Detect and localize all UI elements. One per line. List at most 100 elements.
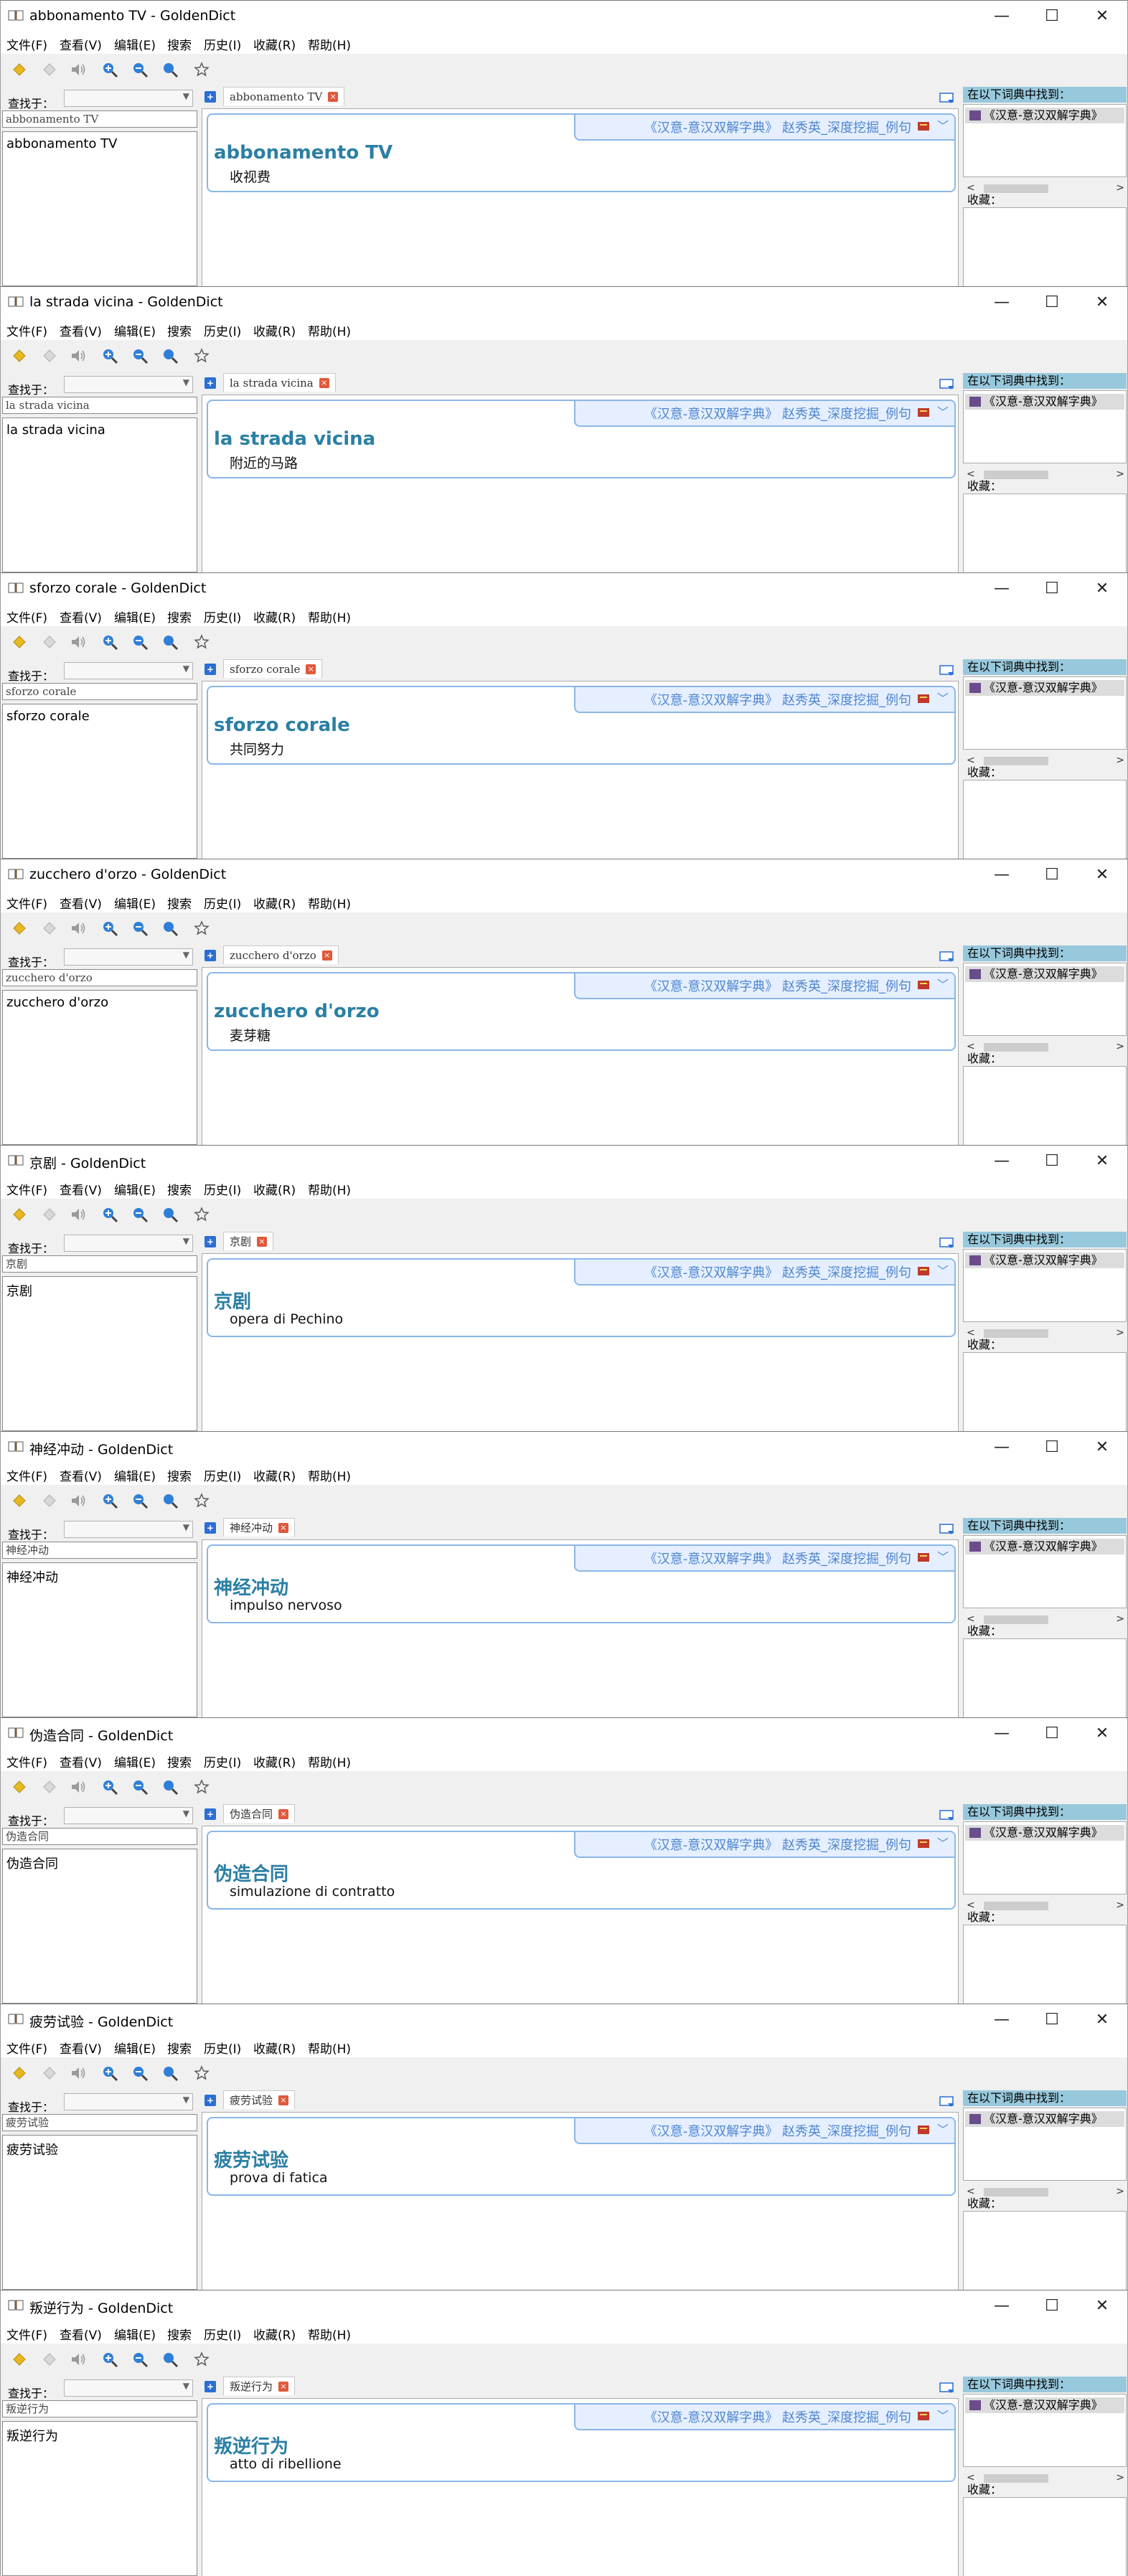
menu-item[interactable]: 帮助(H) [308, 608, 351, 626]
speaker-icon[interactable] [70, 633, 87, 651]
title-bar[interactable]: abbonamento TV - GoldenDict — ☐ ✕ [1, 1, 1127, 32]
article-view[interactable]: 《汉意-意汉双解字典》 赵秀英_深度挖掘_例句 ﹀ zucchero d'orz… [202, 967, 959, 1145]
article-view[interactable]: 《汉意-意汉双解字典》 赵秀英_深度挖掘_例句 ﹀ 神经冲动 impulso n… [202, 1539, 959, 1717]
back-arrow-icon[interactable] [11, 633, 28, 651]
favorites-panel[interactable] [963, 2211, 1127, 2290]
zoom-reset-icon[interactable] [161, 633, 179, 651]
zoom-reset-icon[interactable] [161, 61, 179, 78]
menu-item[interactable]: 文件(F) [6, 1752, 47, 1770]
search-input[interactable]: 疲劳试验 [2, 2114, 197, 2131]
menu-item[interactable]: 历史(I) [204, 35, 241, 53]
search-input[interactable]: 伪造合同 [2, 1828, 197, 1845]
look-in-select[interactable]: ▼ [64, 376, 193, 393]
back-arrow-icon[interactable] [11, 2065, 28, 2082]
article-view[interactable]: 《汉意-意汉双解字典》 赵秀英_深度挖掘_例句 ﹀ abbonamento TV… [202, 108, 959, 286]
menu-item[interactable]: 帮助(H) [308, 321, 351, 339]
maximize-button[interactable]: ☐ [1027, 2007, 1077, 2033]
menu-item[interactable]: 查看(V) [60, 2325, 102, 2343]
menu-item[interactable]: 搜索 [167, 894, 192, 912]
tab-word[interactable]: la strada vicina × [223, 373, 336, 392]
minimize-button[interactable]: — [977, 1148, 1027, 1174]
minimize-button[interactable]: — [977, 576, 1027, 602]
favorites-panel[interactable] [963, 207, 1127, 286]
scroll-right-icon[interactable]: > [1116, 1613, 1124, 1625]
back-arrow-icon[interactable] [11, 1206, 28, 1223]
scroll-right-icon[interactable]: > [1116, 1041, 1124, 1052]
forward-arrow-icon[interactable] [41, 347, 58, 364]
title-bar[interactable]: 叛逆行为 - GoldenDict — ☐ ✕ [1, 2290, 1127, 2322]
maximize-button[interactable]: ☐ [1027, 1435, 1077, 1461]
list-item[interactable]: zucchero d'orzo [6, 995, 108, 1010]
list-item[interactable]: abbonamento TV [6, 136, 117, 151]
menu-item[interactable]: 搜索 [167, 608, 192, 626]
zoom-reset-icon[interactable] [161, 1206, 179, 1223]
tab-list-icon[interactable] [939, 2382, 955, 2394]
menu-item[interactable]: 搜索 [167, 2325, 192, 2343]
back-arrow-icon[interactable] [11, 920, 28, 937]
favorite-star-icon[interactable] [193, 1778, 210, 1796]
look-in-select[interactable]: ▼ [64, 1807, 193, 1824]
menu-item[interactable]: 文件(F) [6, 2325, 47, 2343]
article-view[interactable]: 《汉意-意汉双解字典》 赵秀英_深度挖掘_例句 ﹀ la strada vici… [202, 395, 959, 572]
zoom-in-icon[interactable] [101, 1778, 118, 1796]
menu-item[interactable]: 查看(V) [60, 35, 102, 53]
forward-arrow-icon[interactable] [41, 2065, 58, 2082]
minimize-button[interactable]: — [977, 290, 1027, 316]
menu-item[interactable]: 编辑(E) [114, 894, 156, 912]
word-list[interactable]: sforzo corale [2, 704, 197, 859]
found-dictionaries-list[interactable]: 《汉意-意汉双解字典》 < > [963, 963, 1127, 1052]
zoom-in-icon[interactable] [101, 1492, 118, 1509]
menu-item[interactable]: 收藏(R) [253, 35, 296, 53]
look-in-select[interactable]: ▼ [64, 2093, 193, 2110]
menu-item[interactable]: 收藏(R) [253, 2325, 296, 2343]
list-item[interactable]: sforzo corale [6, 709, 90, 724]
menu-item[interactable]: 编辑(E) [114, 35, 156, 53]
zoom-in-icon[interactable] [101, 2351, 118, 2368]
close-tab-icon[interactable]: × [319, 377, 329, 388]
forward-arrow-icon[interactable] [41, 1492, 58, 1509]
menu-item[interactable]: 帮助(H) [308, 35, 351, 53]
found-dictionary-item[interactable]: 《汉意-意汉双解字典》 [965, 2397, 1124, 2413]
menu-item[interactable]: 历史(I) [204, 2325, 241, 2343]
zoom-out-icon[interactable] [131, 633, 149, 651]
list-item[interactable]: 伪造合同 [6, 1854, 58, 1872]
close-button[interactable]: ✕ [1077, 862, 1127, 888]
search-input[interactable]: 神经冲动 [2, 1542, 197, 1559]
add-tab-button[interactable]: + [205, 1808, 216, 1820]
minimize-button[interactable]: — [977, 2293, 1027, 2319]
favorites-panel[interactable] [963, 1352, 1127, 1431]
zoom-reset-icon[interactable] [161, 1492, 179, 1509]
menu-item[interactable]: 收藏(R) [253, 894, 296, 912]
list-item[interactable]: 叛逆行为 [6, 2426, 58, 2445]
speaker-icon[interactable] [70, 347, 87, 364]
collapse-chevron-icon[interactable]: ﹀ [937, 402, 949, 420]
found-dictionaries-list[interactable]: 《汉意-意汉双解字典》 < > [963, 104, 1127, 194]
favorites-panel[interactable] [963, 1638, 1127, 1717]
found-dictionaries-list[interactable]: 《汉意-意汉双解字典》 < > [963, 1535, 1127, 1625]
menu-item[interactable]: 文件(F) [6, 1466, 47, 1484]
found-dictionary-item[interactable]: 《汉意-意汉双解字典》 [965, 1539, 1124, 1554]
menu-item[interactable]: 编辑(E) [114, 2325, 156, 2343]
add-tab-button[interactable]: + [205, 377, 216, 389]
dictionary-name[interactable]: 《汉意-意汉双解字典》 赵秀英_深度挖掘_例句 [644, 976, 911, 995]
maximize-button[interactable]: ☐ [1027, 2293, 1077, 2319]
tab-word[interactable]: 疲劳试验 × [223, 2090, 296, 2109]
zoom-reset-icon[interactable] [161, 1778, 179, 1796]
menu-item[interactable]: 帮助(H) [308, 1466, 351, 1484]
zoom-in-icon[interactable] [101, 2065, 118, 2082]
look-in-select[interactable]: ▼ [64, 90, 193, 107]
dictionary-name[interactable]: 《汉意-意汉双解字典》 赵秀英_深度挖掘_例句 [644, 2407, 911, 2426]
maximize-button[interactable]: ☐ [1027, 1148, 1077, 1174]
back-arrow-icon[interactable] [11, 1778, 28, 1796]
zoom-reset-icon[interactable] [161, 347, 179, 364]
dictionary-name[interactable]: 《汉意-意汉双解字典》 赵秀英_深度挖掘_例句 [644, 1835, 911, 1854]
tab-list-icon[interactable] [939, 2096, 955, 2108]
close-tab-icon[interactable]: × [278, 2095, 289, 2105]
menu-item[interactable]: 查看(V) [60, 1466, 102, 1484]
favorite-star-icon[interactable] [193, 1206, 210, 1223]
tab-list-icon[interactable] [939, 665, 955, 676]
look-in-select[interactable]: ▼ [64, 1235, 193, 1252]
add-tab-button[interactable]: + [205, 2095, 216, 2106]
menu-item[interactable]: 收藏(R) [253, 1752, 296, 1770]
dictionary-name[interactable]: 《汉意-意汉双解字典》 赵秀英_深度挖掘_例句 [644, 118, 911, 136]
